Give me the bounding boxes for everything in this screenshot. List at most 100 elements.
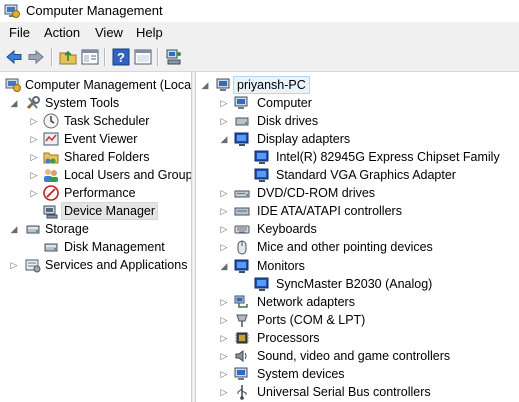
expand-arrow-icon[interactable]: ▷ bbox=[29, 148, 39, 166]
expand-arrow-icon[interactable]: ▷ bbox=[9, 256, 19, 274]
tree-item-local-users[interactable]: ▷ Local Users and Groups bbox=[0, 166, 191, 184]
tree-label: Intel(R) 82945G Express Chipset Family bbox=[276, 150, 500, 164]
computer-management-icon bbox=[5, 78, 21, 92]
device-category-usb[interactable]: ▷ Universal Serial Bus controllers bbox=[196, 383, 519, 401]
expand-arrow-icon[interactable]: ▷ bbox=[219, 347, 229, 365]
expand-arrow-icon[interactable]: ▷ bbox=[219, 329, 229, 347]
expand-arrow-icon[interactable]: ▷ bbox=[29, 130, 39, 148]
ide-controller-icon bbox=[234, 207, 250, 216]
device-category-display-adapters[interactable]: ◢ Display adapters bbox=[196, 130, 519, 148]
device-item-syncmaster[interactable]: SyncMaster B2030 (Analog) bbox=[196, 275, 519, 293]
speaker-icon bbox=[235, 350, 247, 362]
expand-arrow-icon[interactable]: ▷ bbox=[219, 184, 229, 202]
show-hide-console-tree-icon[interactable] bbox=[80, 47, 100, 67]
expand-arrow-icon[interactable]: ▷ bbox=[219, 383, 229, 401]
properties-icon[interactable] bbox=[133, 47, 153, 67]
dvd-drive-icon bbox=[234, 190, 250, 198]
performance-icon bbox=[43, 185, 59, 201]
tree-label: IDE ATA/ATAPI controllers bbox=[257, 204, 402, 218]
usb-icon bbox=[237, 385, 247, 400]
device-category-network[interactable]: ▷ Network adapters bbox=[196, 293, 519, 311]
up-folder-icon[interactable] bbox=[58, 47, 78, 67]
expand-arrow-icon[interactable]: ▷ bbox=[219, 365, 229, 383]
back-arrow-icon[interactable] bbox=[4, 47, 24, 67]
svg-text:?: ? bbox=[117, 50, 125, 65]
device-category-disk-drives[interactable]: ▷ Disk drives bbox=[196, 112, 519, 130]
tree-label: Disk Management bbox=[64, 240, 165, 254]
tree-label: Mice and other pointing devices bbox=[257, 240, 433, 254]
menu-file[interactable]: File bbox=[9, 25, 30, 40]
tree-label: Task Scheduler bbox=[64, 114, 150, 128]
device-item-vga-display[interactable]: Standard VGA Graphics Adapter bbox=[196, 166, 519, 184]
device-category-processors[interactable]: ▷ Processors bbox=[196, 329, 519, 347]
menu-view[interactable]: View bbox=[95, 25, 123, 40]
tree-item-services-applications[interactable]: ▷ Services and Applications bbox=[0, 256, 191, 274]
tree-label: Standard VGA Graphics Adapter bbox=[276, 168, 456, 182]
expand-arrow-icon[interactable]: ▷ bbox=[29, 166, 39, 184]
tree-label: System Tools bbox=[45, 96, 120, 110]
tree-label: Sound, video and game controllers bbox=[257, 349, 451, 363]
storage-icon bbox=[26, 225, 40, 234]
tree-item-shared-folders[interactable]: ▷ Shared Folders bbox=[0, 148, 191, 166]
tree-label: Keyboards bbox=[257, 222, 317, 236]
tree-item-storage[interactable]: ◢ Storage bbox=[0, 220, 191, 238]
device-category-dvd[interactable]: ▷ DVD/CD-ROM drives bbox=[196, 184, 519, 202]
tree-label: Processors bbox=[257, 331, 320, 345]
tree-item-computer-management[interactable]: Computer Management (Local bbox=[0, 76, 191, 94]
expand-arrow-icon[interactable]: ▷ bbox=[219, 238, 229, 256]
expand-arrow-icon[interactable]: ▷ bbox=[29, 112, 39, 130]
tree-item-event-viewer[interactable]: ▷ Event Viewer bbox=[0, 130, 191, 148]
tree-label: SyncMaster B2030 (Analog) bbox=[276, 277, 433, 291]
device-category-computer[interactable]: ▷ Computer bbox=[196, 94, 519, 112]
tree-item-device-manager[interactable]: Device Manager bbox=[0, 202, 191, 220]
menu-action[interactable]: Action bbox=[44, 25, 80, 40]
device-item-intel-display[interactable]: Intel(R) 82945G Express Chipset Family bbox=[196, 148, 519, 166]
tree-label: Event Viewer bbox=[64, 132, 138, 146]
tree-item-disk-management[interactable]: Disk Management bbox=[0, 238, 191, 256]
tree-item-performance[interactable]: ▷ Performance bbox=[0, 184, 191, 202]
network-adapter-icon bbox=[234, 295, 248, 308]
tree-label: Computer Management (Local bbox=[25, 78, 191, 92]
tree-label: Performance bbox=[64, 186, 136, 200]
keyboard-icon bbox=[234, 225, 250, 234]
expand-arrow-icon[interactable]: ▷ bbox=[219, 112, 229, 130]
collapse-arrow-icon[interactable]: ◢ bbox=[200, 76, 210, 94]
expand-arrow-icon[interactable]: ▷ bbox=[29, 184, 39, 202]
toolbar-separator bbox=[51, 48, 53, 66]
device-category-ports[interactable]: ▷ Ports (COM & LPT) bbox=[196, 311, 519, 329]
expand-arrow-icon[interactable]: ▷ bbox=[219, 293, 229, 311]
tree-item-task-scheduler[interactable]: ▷ Task Scheduler bbox=[0, 112, 191, 130]
monitor-icon bbox=[254, 277, 269, 291]
collapse-arrow-icon[interactable]: ◢ bbox=[9, 220, 19, 238]
collapse-arrow-icon[interactable]: ◢ bbox=[9, 94, 19, 112]
collapse-arrow-icon[interactable]: ◢ bbox=[219, 257, 229, 275]
mouse-icon bbox=[237, 240, 247, 255]
tree-item-system-tools[interactable]: ◢ System Tools bbox=[0, 94, 191, 112]
shared-folder-icon bbox=[43, 152, 59, 164]
device-tree-pane: ◢ priyansh-PC ▷ Computer ▷ Disk drives ◢ bbox=[196, 72, 519, 402]
help-icon[interactable]: ? bbox=[111, 47, 131, 67]
tree-label: Device Manager bbox=[61, 202, 159, 220]
expand-arrow-icon[interactable]: ▷ bbox=[219, 220, 229, 238]
device-category-ide[interactable]: ▷ IDE ATA/ATAPI controllers bbox=[196, 202, 519, 220]
device-category-sound[interactable]: ▷ Sound, video and game controllers bbox=[196, 347, 519, 365]
computer-icon bbox=[216, 78, 230, 91]
users-icon bbox=[44, 169, 58, 182]
expand-arrow-icon[interactable]: ▷ bbox=[219, 202, 229, 220]
computer-icon bbox=[234, 96, 248, 109]
device-category-keyboards[interactable]: ▷ Keyboards bbox=[196, 220, 519, 238]
device-category-system-devices[interactable]: ▷ System devices bbox=[196, 365, 519, 383]
tree-label: Monitors bbox=[257, 259, 305, 273]
tree-label: Display adapters bbox=[257, 132, 351, 146]
tree-label: DVD/CD-ROM drives bbox=[257, 186, 376, 200]
menu-help[interactable]: Help bbox=[136, 25, 163, 40]
expand-arrow-icon[interactable]: ▷ bbox=[219, 94, 229, 112]
expand-arrow-icon[interactable]: ▷ bbox=[219, 311, 229, 329]
forward-arrow-icon[interactable] bbox=[26, 47, 46, 67]
device-tree-root[interactable]: ◢ priyansh-PC bbox=[196, 76, 519, 94]
device-category-mice[interactable]: ▷ Mice and other pointing devices bbox=[196, 238, 519, 256]
scan-hardware-icon[interactable] bbox=[164, 47, 184, 67]
display-adapter-icon bbox=[234, 132, 249, 146]
device-category-monitors[interactable]: ◢ Monitors bbox=[196, 257, 519, 275]
collapse-arrow-icon[interactable]: ◢ bbox=[219, 130, 229, 148]
